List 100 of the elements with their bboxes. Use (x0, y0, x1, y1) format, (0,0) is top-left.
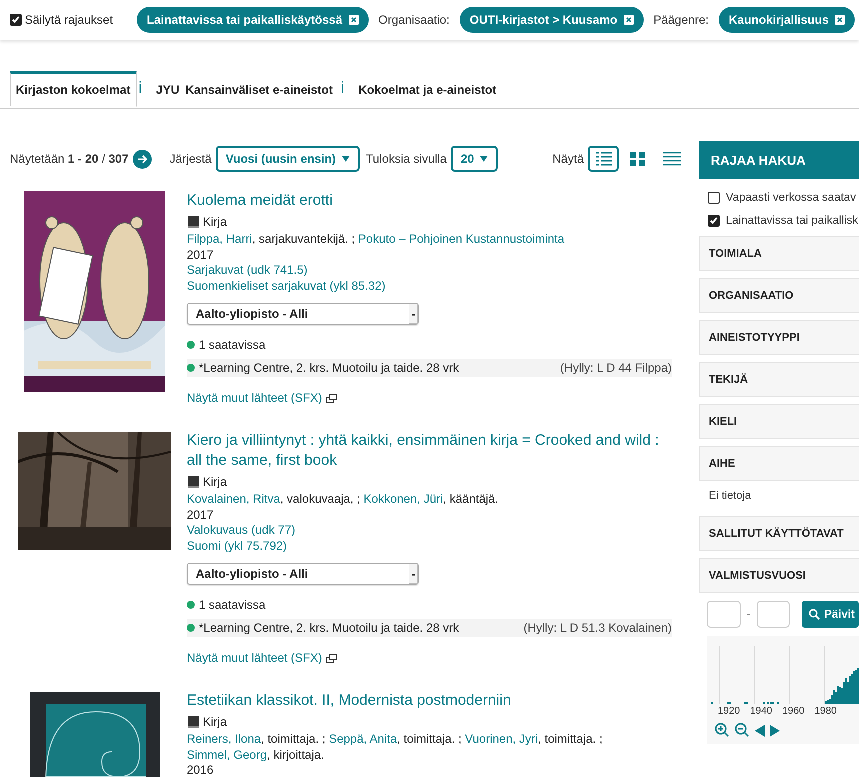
subject-link[interactable]: Valokuvaus (udk 77) (187, 523, 296, 537)
list-view-icon (594, 151, 612, 167)
status-dot (187, 624, 195, 632)
shelf-text: (Hylly: L D 51.3 Kovalainen) (524, 621, 672, 635)
close-icon (624, 15, 634, 25)
year-to-field[interactable] (756, 601, 790, 628)
filter-label: Päägenre: (654, 13, 709, 27)
axis-label: 1920 (718, 706, 740, 717)
result-count-text: Näytetään 1 - 20 / 307 (10, 152, 129, 166)
tab[interactable]: JYU Kansainväliset e-aineistot (150, 71, 339, 107)
author-link[interactable]: Filppa, Harri (187, 232, 252, 246)
filter-chip[interactable]: Kaunokirjallisuus (718, 7, 855, 33)
close-icon (348, 15, 358, 25)
caret-icon (480, 156, 488, 162)
view-label: Näytä (552, 152, 584, 166)
sfx-link[interactable]: Näytä muut lähteet (SFX) (187, 651, 338, 665)
author-link[interactable]: Simmel, Georg (187, 748, 268, 762)
stepper-icon (409, 564, 418, 584)
subject-link[interactable]: Suomenkieliset sarjakuvat (ykl 85.32) (187, 278, 386, 292)
year-text: 2017 (187, 508, 215, 523)
sfx-link[interactable]: Näytä muut lähteet (SFX) (187, 391, 338, 405)
next-page-icon[interactable] (132, 150, 152, 168)
axis-label: 1960 (782, 706, 805, 717)
facet-header[interactable]: VALMISTUSVUOSI (699, 558, 859, 593)
checkbox-label: Lainattavissa tai paikallisk (726, 214, 858, 226)
zoom-in-icon[interactable] (715, 723, 730, 738)
location-select[interactable]: Aalto-yliopisto - Alli (187, 303, 419, 325)
record-title-link[interactable]: Estetiikan klassikot. II, Modernista postmoderniin (187, 691, 672, 711)
format-label: Kirja (203, 214, 228, 231)
facet-header[interactable]: TEKIJÄ (699, 362, 859, 397)
facet-header[interactable]: KIELI (699, 404, 859, 439)
axis-label: 1980 (814, 706, 837, 717)
sort-label: Järjestä (170, 152, 212, 166)
facet-header[interactable]: ORGANISAATIO (699, 278, 859, 313)
info-icon[interactable]: i (339, 71, 353, 107)
author-link[interactable]: Pokuto – Pohjoinen Kustannustoiminta (358, 232, 565, 246)
empty-facet-text: Ei tietoja (708, 489, 752, 504)
status-dot (187, 364, 195, 372)
checkbox[interactable] (10, 14, 22, 26)
facet-header[interactable]: SALLITUT KÄYTTÖTAVAT (699, 516, 859, 551)
checkbox-label: Säilytä rajaukset (25, 13, 114, 27)
year-from-field[interactable] (707, 601, 741, 628)
location-select[interactable]: Aalto-yliopisto - Alli (187, 563, 419, 585)
author-line: Reiners, Ilona, toimittaja. ; Seppä, Anita, toimittaja. ; Vuorinen, Jyri, toimittaja. ; Simmel, Georg, kirjoittaja. (187, 732, 604, 763)
tab[interactable]: Kirjaston kokoelmat (10, 71, 137, 107)
filter-chip[interactable]: OUTI-kirjastot > Kuusamo (460, 7, 644, 33)
caret-icon (342, 156, 350, 162)
record-title-link[interactable]: Kuolema meidät erotti (187, 191, 672, 211)
format-label: Kirja (203, 714, 228, 731)
author-line: Filppa, Harri, sarjakuvantekijä. ; Pokuto – Pohjoinen Kustannustoiminta (187, 232, 566, 248)
facet-header[interactable]: AIHE (699, 446, 859, 481)
shelf-text: (Hylly: L D 44 Filppa) (560, 361, 672, 375)
filter-panel-title: RAJAA HAKUA (699, 141, 859, 179)
year-text: 2016 (187, 763, 215, 777)
zoom-out-icon[interactable] (735, 723, 750, 738)
holding-text: *Learning Centre, 2. krs. Muotoilu ja taide. 28 vrk (199, 620, 460, 636)
search-icon (809, 609, 820, 620)
status-dot (187, 341, 195, 349)
filter-chip[interactable]: Lainattavissa tai paikalliskäytössä (137, 7, 368, 33)
facet-header[interactable]: AINEISTOTYYPPI (699, 320, 859, 355)
author-link[interactable]: Kokkonen, Jüri (364, 492, 444, 506)
facet-header[interactable]: TOIMIALA (699, 236, 859, 271)
author-link[interactable]: Reiners, Ilona (187, 732, 262, 746)
availability-text: 1 saatavissa (199, 597, 266, 613)
filter-label: Organisaatio: (378, 13, 450, 27)
left-arrow-icon[interactable] (755, 724, 765, 736)
right-arrow-icon[interactable] (770, 724, 780, 736)
per-page-dropdown[interactable]: 20 (450, 146, 498, 172)
subject-link[interactable]: Sarjakuvat (udk 741.5) (187, 263, 308, 277)
info-icon[interactable]: i (136, 71, 150, 107)
external-link-icon (326, 394, 338, 402)
author-link[interactable]: Kovalainen, Ritva (187, 492, 280, 506)
range-separator: - (746, 608, 751, 620)
checkbox[interactable] (708, 214, 720, 226)
stepper-icon (409, 304, 418, 324)
compact-list-icon (662, 151, 680, 167)
tab[interactable]: Kokoelmat ja e-aineistot (352, 71, 503, 107)
checkbox-label: Vapaasti verkossa saatav (726, 192, 856, 204)
book-icon (187, 215, 200, 229)
subject-link[interactable]: Suomi (ykl 75.792) (187, 538, 288, 552)
author-line: Kovalainen, Ritva, valokuvaaja, ; Kokkonen, Jüri, kääntäjä. (187, 492, 500, 508)
close-icon (835, 15, 845, 25)
update-button[interactable]: Päivit (802, 601, 859, 628)
view-mode-button[interactable] (588, 146, 619, 172)
axis-label: 1940 (750, 706, 772, 717)
per-page-label: Tuloksia sivulla (366, 152, 447, 166)
grid-view-icon (628, 151, 646, 167)
sort-dropdown[interactable]: Vuosi (uusin ensin) (216, 146, 360, 172)
external-link-icon (326, 654, 338, 662)
author-link[interactable]: Seppä, Anita (329, 732, 398, 746)
checkbox[interactable] (708, 192, 720, 204)
record-title-link[interactable]: Kiero ja villiintynyt : yhtä kaikki, ensimmäinen kirja = Crooked and wild : all the same, first book (187, 431, 672, 471)
format-label: Kirja (203, 474, 228, 491)
author-link[interactable]: Vuorinen, Jyri (465, 732, 538, 746)
year-text: 2017 (187, 248, 215, 263)
availability-text: 1 saatavissa (199, 337, 266, 353)
book-icon (187, 475, 200, 489)
holding-text: *Learning Centre, 2. krs. Muotoilu ja taide. 28 vrk (199, 360, 460, 376)
book-icon (187, 715, 200, 729)
status-dot (187, 601, 195, 609)
